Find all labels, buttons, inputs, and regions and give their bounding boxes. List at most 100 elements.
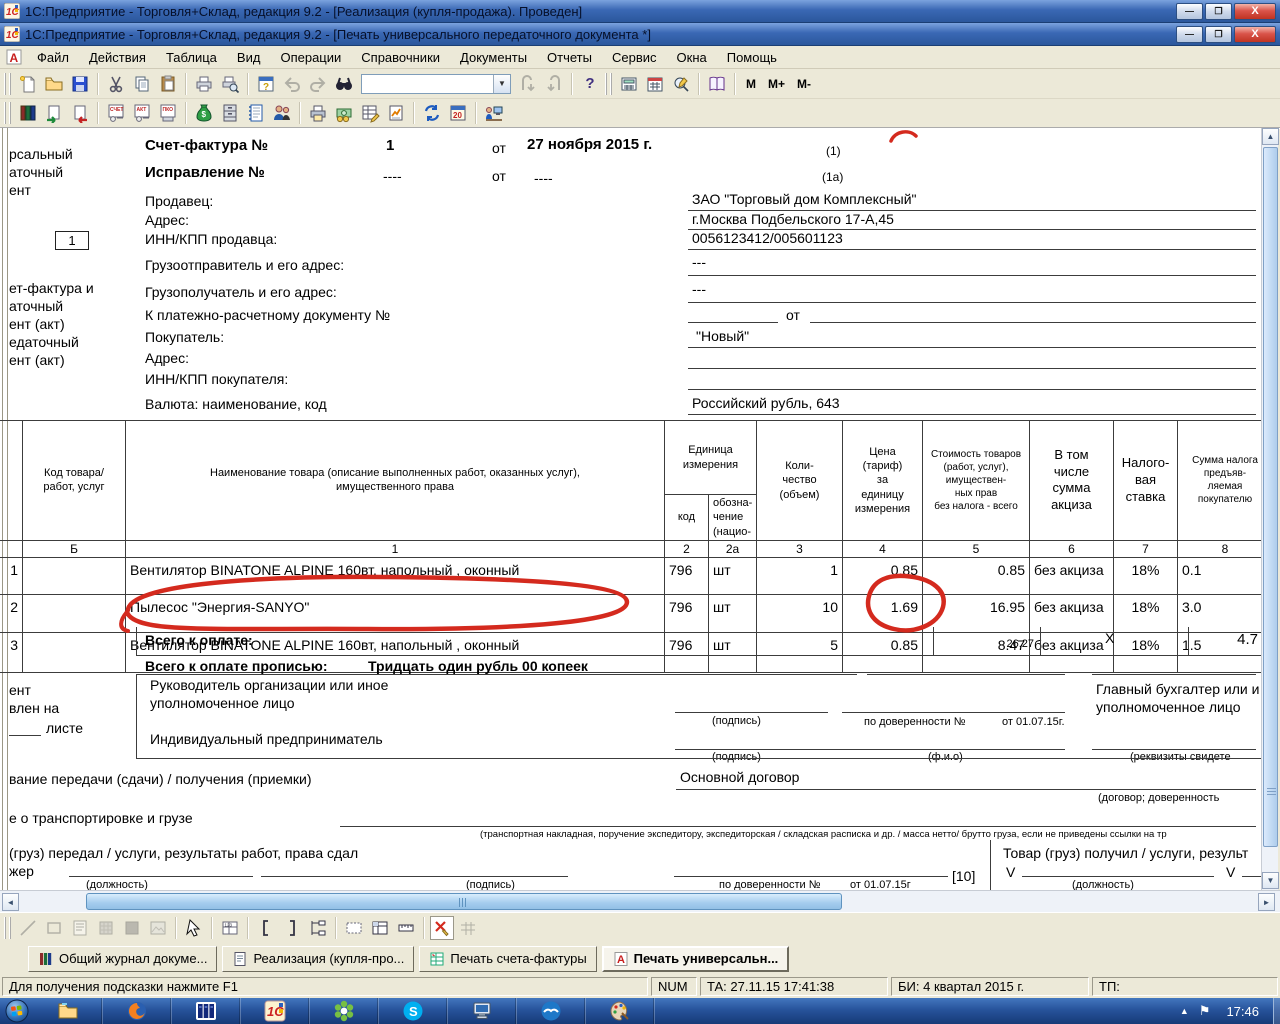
red-pen-annotation-icon[interactable] (430, 916, 454, 940)
calculator-icon[interactable] (617, 72, 641, 96)
toolbar-gripper[interactable] (605, 73, 612, 95)
vertical-scroll-thumb[interactable] (1263, 147, 1278, 847)
invoice-schet-icon[interactable]: СЧЕТ (104, 101, 128, 125)
copy-icon[interactable] (130, 72, 154, 96)
print-doc-icon[interactable] (306, 101, 330, 125)
sections-icon[interactable] (306, 916, 330, 940)
menu-reports[interactable]: Отчеты (538, 48, 601, 67)
journal-icon[interactable] (16, 101, 40, 125)
pko-doc-icon[interactable]: ПКО (156, 101, 180, 125)
menu-references[interactable]: Справочники (352, 48, 449, 67)
combobox-dropdown-icon[interactable]: ▼ (493, 75, 510, 93)
toolbar-gripper[interactable] (4, 917, 11, 939)
vertical-scrollbar[interactable]: ▲ ▼ (1261, 128, 1278, 890)
print-icon[interactable] (192, 72, 216, 96)
scroll-right-icon[interactable]: ► (1258, 893, 1275, 911)
menu-table[interactable]: Таблица (157, 48, 226, 67)
menu-operations[interactable]: Операции (271, 48, 350, 67)
horizontal-scrollbar[interactable]: ◄ ► (0, 890, 1280, 912)
cabinet-icon[interactable] (218, 101, 242, 125)
cell-format-icon[interactable]: 123 (218, 916, 242, 940)
taskbar-computer-button[interactable] (448, 998, 517, 1024)
menu-documents[interactable]: Документы (451, 48, 536, 67)
bracket-close-icon[interactable] (280, 916, 304, 940)
ruler-icon[interactable] (394, 916, 418, 940)
show-desktop-button[interactable] (1273, 998, 1280, 1024)
tab-invoice-print[interactable]: Печать счета-фактуры (419, 946, 596, 972)
select-cursor-icon[interactable] (182, 916, 206, 940)
act-doc-icon[interactable]: АКТ (130, 101, 154, 125)
print-preview-icon[interactable] (218, 72, 242, 96)
cut-icon[interactable] (104, 72, 128, 96)
close-button-inner[interactable]: X (1234, 26, 1276, 43)
minimize-button-inner[interactable]: — (1176, 26, 1203, 43)
money-bag-icon[interactable]: $ (192, 101, 216, 125)
table-row[interactable]: 2 Пылесос "Энергия-SANYO" 796 шт 10 1.69… (0, 594, 1261, 632)
calendar-icon[interactable] (643, 72, 667, 96)
menu-help[interactable]: Помощь (718, 48, 786, 67)
tab-realization-document[interactable]: Реализация (купля-про... (222, 946, 414, 972)
table-row[interactable]: 1 Вентилятор BINATONE ALPINE 160вт, напо… (0, 557, 1261, 594)
new-document-icon[interactable] (16, 72, 40, 96)
document-window-icon: A (6, 49, 22, 65)
menu-service[interactable]: Сервис (603, 48, 666, 67)
bracket-open-icon[interactable] (254, 916, 278, 940)
zoom-edit-icon[interactable] (669, 72, 693, 96)
report-icon[interactable] (384, 101, 408, 125)
taskbar-clock[interactable]: 17:46 (1220, 1004, 1265, 1019)
notebook-icon[interactable] (244, 101, 268, 125)
memory-subtract-button[interactable]: М- (791, 75, 817, 93)
table-headers-icon[interactable] (368, 916, 392, 940)
find-icon[interactable] (332, 72, 356, 96)
taskbar-explorer-button[interactable] (34, 998, 103, 1024)
workplace-icon[interactable] (482, 101, 506, 125)
quick-search-combobox[interactable]: ▼ (361, 74, 511, 94)
scroll-up-icon[interactable]: ▲ (1262, 128, 1279, 145)
taskbar-paint-button[interactable] (586, 998, 655, 1024)
data-exchange-icon[interactable] (420, 101, 444, 125)
money-icon[interactable] (332, 101, 356, 125)
tab-general-journal[interactable]: Общий журнал докуме... (28, 946, 217, 972)
memory-add-button[interactable]: М+ (762, 75, 791, 93)
toolbar-gripper[interactable] (4, 102, 11, 124)
taskbar-skype-button[interactable]: S (379, 998, 448, 1024)
close-button-outer[interactable]: X (1234, 3, 1276, 20)
menu-windows[interactable]: Окна (668, 48, 716, 67)
col-header-unit-name: обозна- чение (нацио- (709, 495, 757, 541)
menu-actions[interactable]: Действия (80, 48, 155, 67)
scroll-left-icon[interactable]: ◄ (2, 893, 19, 911)
help-icon[interactable]: ? (578, 72, 602, 96)
menu-view[interactable]: Вид (228, 48, 270, 67)
action-center-flag-icon[interactable]: ⚑ (1199, 1003, 1211, 1019)
calendar-date-icon[interactable]: 20 (446, 101, 470, 125)
taskbar-mail-agent-button[interactable] (517, 998, 586, 1024)
windows-start-icon (5, 999, 29, 1023)
incoming-doc-icon[interactable] (42, 101, 66, 125)
taskbar-1c-books-button[interactable] (172, 998, 241, 1024)
print-preview-area[interactable]: рсальный аточный ент 1 ет-фактура и аточ… (0, 128, 1261, 890)
toolbar-gripper[interactable] (4, 73, 11, 95)
price-list-icon[interactable] (358, 101, 382, 125)
scroll-down-icon[interactable]: ▼ (1262, 872, 1279, 889)
minimize-button-outer[interactable]: — (1176, 3, 1203, 20)
tab-upd-print-active[interactable]: A Печать универсальн... (602, 946, 790, 972)
col-header-name: Наименование товара (описание выполненны… (126, 421, 665, 541)
outgoing-doc-icon[interactable] (68, 101, 92, 125)
partners-icon[interactable] (270, 101, 294, 125)
taskbar-1c-button[interactable]: 1С (241, 998, 310, 1024)
tray-expand-icon[interactable]: ▲ (1180, 1006, 1189, 1016)
horizontal-scroll-thumb[interactable] (86, 893, 842, 910)
book-icon[interactable] (705, 72, 729, 96)
open-icon[interactable] (42, 72, 66, 96)
grid-area-icon[interactable] (342, 916, 366, 940)
memory-recall-button[interactable]: М (740, 75, 762, 93)
taskbar-icq-button[interactable] (310, 998, 379, 1024)
taskbar-firefox-button[interactable] (103, 998, 172, 1024)
start-button[interactable] (0, 998, 34, 1024)
paste-icon[interactable] (156, 72, 180, 96)
save-icon[interactable] (68, 72, 92, 96)
restore-button-outer[interactable]: ❐ (1205, 3, 1232, 20)
restore-button-inner[interactable]: ❐ (1205, 26, 1232, 43)
help-window-icon[interactable]: ? (254, 72, 278, 96)
menu-file[interactable]: Файл (28, 48, 78, 67)
